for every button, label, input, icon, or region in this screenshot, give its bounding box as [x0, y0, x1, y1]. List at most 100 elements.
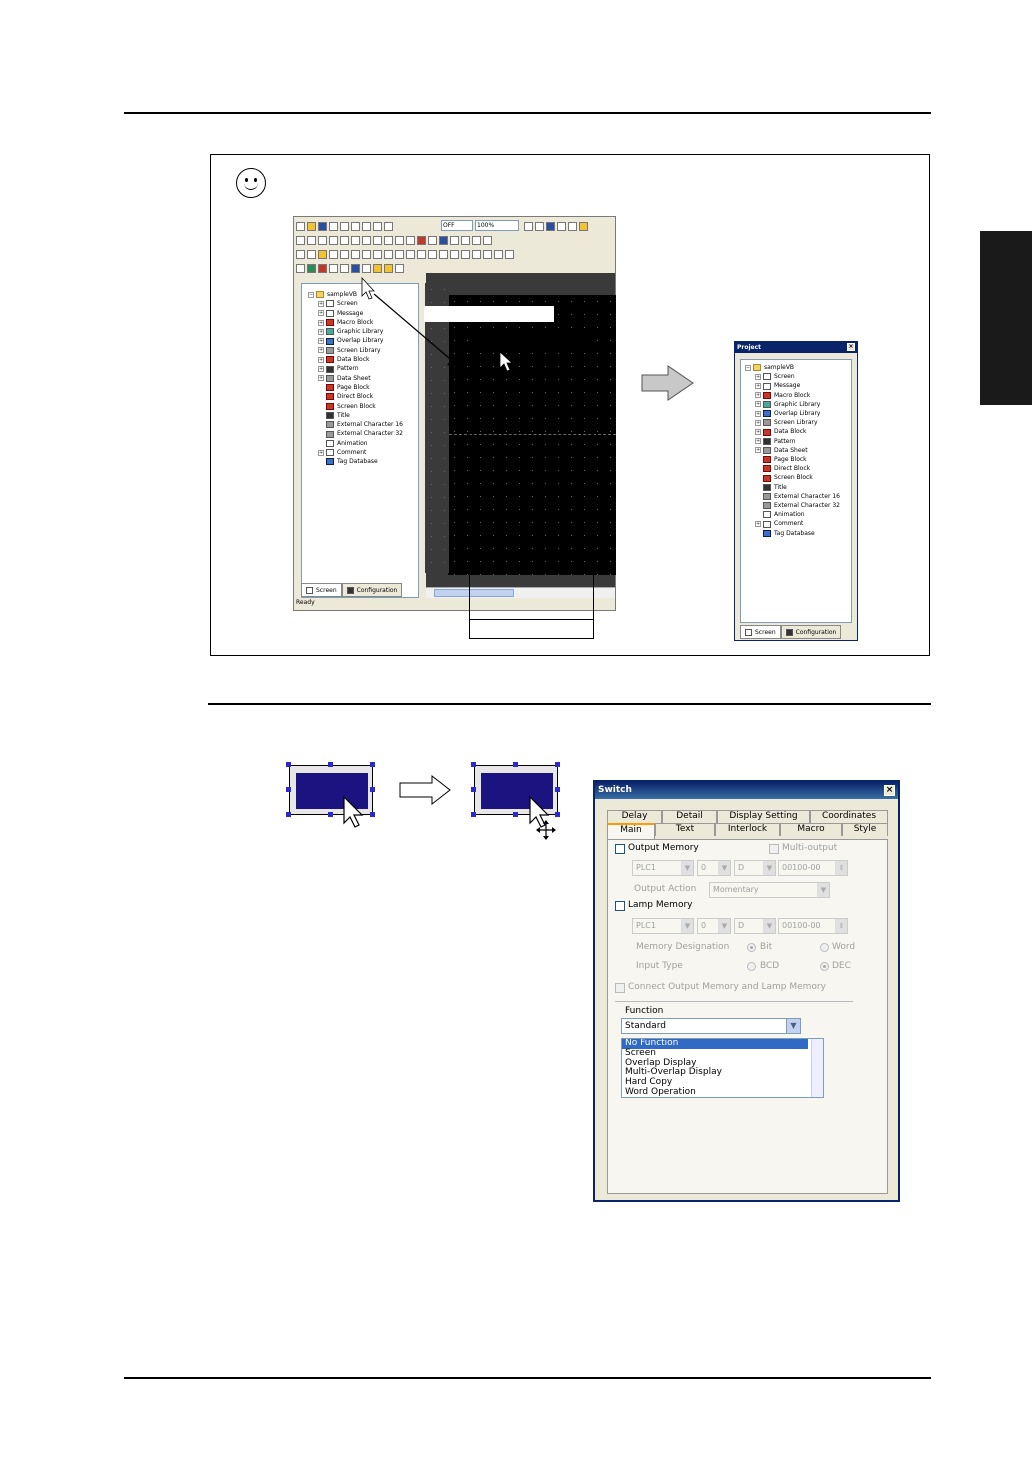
tree-item[interactable]: + Graphic Library — [745, 400, 840, 409]
tab-screen[interactable]: Screen — [301, 583, 342, 597]
dec-label: DEC — [832, 961, 851, 971]
tab-coordinates[interactable]: Coordinates — [810, 810, 888, 823]
tree-item[interactable]: + Overlap Library — [308, 336, 403, 345]
project-title-bar: Project × — [735, 342, 857, 353]
tree-item[interactable]: Title — [745, 483, 840, 492]
data-sheet-icon — [763, 446, 771, 454]
zoom-select[interactable]: 100% — [475, 220, 519, 231]
tree-item[interactable]: + Comment — [745, 519, 840, 528]
tab-configuration[interactable]: Configuration — [780, 625, 842, 639]
bottom-rule — [124, 1377, 931, 1379]
tree-item[interactable]: Tag Database — [308, 457, 403, 466]
data-sheet-icon — [326, 374, 334, 382]
toolbar-row-2[interactable] — [296, 234, 492, 246]
tab-interlock[interactable]: Interlock — [715, 823, 780, 836]
output-device-select[interactable]: D ▼ — [734, 860, 776, 876]
bit-radio[interactable] — [747, 943, 756, 952]
tree-item[interactable]: External Character 32 — [308, 429, 403, 438]
tree-item[interactable]: Page Block — [308, 383, 403, 392]
tree-item[interactable]: + Pattern — [745, 437, 840, 446]
function-list[interactable]: No Function Screen Overlap Display Multi… — [621, 1038, 824, 1098]
pointer-cursor-icon — [343, 795, 364, 828]
lamp-index-select[interactable]: 0 ▼ — [697, 918, 731, 934]
tree-root[interactable]: − sampleVB — [308, 290, 403, 299]
tab-main[interactable]: Main — [607, 823, 655, 839]
output-action-select[interactable]: Momentary ▼ — [709, 882, 830, 898]
close-icon[interactable]: × — [847, 343, 855, 351]
function-select[interactable]: Standard ▼ — [621, 1018, 801, 1034]
tab-detail[interactable]: Detail — [662, 810, 717, 823]
chapter-tab — [980, 231, 1032, 405]
list-scrollbar[interactable] — [811, 1039, 823, 1097]
tab-macro[interactable]: Macro — [780, 823, 842, 836]
connect-memory-checkbox[interactable] — [615, 983, 625, 993]
tree-item[interactable]: Direct Block — [308, 392, 403, 401]
tree-item[interactable]: Animation — [308, 439, 403, 448]
comment-icon — [326, 449, 334, 457]
display-select[interactable]: OFF — [441, 220, 473, 231]
tree-item[interactable]: + Data Block — [745, 427, 840, 436]
tree-item[interactable]: + Data Sheet — [745, 446, 840, 455]
tree-item[interactable]: + Pattern — [308, 364, 403, 373]
toolbar-row-3[interactable] — [296, 248, 514, 260]
tree-item[interactable]: + Screen Library — [308, 346, 403, 355]
bcd-radio[interactable] — [747, 962, 756, 971]
tab-display-setting[interactable]: Display Setting — [717, 810, 810, 823]
tree-item[interactable]: Page Block — [745, 455, 840, 464]
tree-item[interactable]: External Character 16 — [745, 492, 840, 501]
dialog-title-bar: Switch × — [595, 782, 898, 799]
tree-item[interactable]: Screen Block — [745, 473, 840, 482]
toolbar-row-1[interactable] — [296, 220, 393, 232]
tab-text[interactable]: Text — [655, 823, 715, 836]
tab-screen[interactable]: Screen — [740, 625, 781, 639]
tree-item[interactable]: External Character 16 — [308, 420, 403, 429]
list-item[interactable]: Word Operation — [622, 1087, 823, 1097]
tree-item[interactable]: Direct Block — [745, 464, 840, 473]
tree-item[interactable]: + Screen Library — [745, 418, 840, 427]
lamp-address-field[interactable]: 00100-00 ⇕ — [778, 918, 848, 934]
tree-item[interactable]: + Screen — [308, 299, 403, 308]
word-radio[interactable] — [820, 943, 829, 952]
tree-item[interactable]: + Graphic Library — [308, 327, 403, 336]
folder-icon — [316, 291, 324, 299]
tree-item[interactable]: Animation — [745, 510, 840, 519]
tab-style[interactable]: Style — [842, 823, 888, 836]
drop-area-callout — [469, 340, 594, 639]
lamp-plc-select[interactable]: PLC1 ▼ — [632, 918, 694, 934]
tab-configuration[interactable]: Configuration — [341, 583, 403, 597]
tree-item[interactable]: External Character 32 — [745, 501, 840, 510]
output-address-field[interactable]: 00100-00 ⇕ — [778, 860, 848, 876]
dec-radio[interactable] — [820, 962, 829, 971]
tree-item[interactable]: + Message — [745, 381, 840, 390]
message-icon — [326, 309, 334, 317]
tree-item[interactable]: + Macro Block — [308, 318, 403, 327]
tree-item[interactable]: Screen Block — [308, 402, 403, 411]
pattern-icon — [763, 437, 771, 445]
tree-item[interactable]: Tag Database — [745, 529, 840, 538]
tree-item[interactable]: + Message — [308, 309, 403, 318]
toolbar-row-4[interactable] — [296, 262, 404, 274]
tree-item[interactable]: + Comment — [308, 448, 403, 457]
tag-database-icon — [763, 529, 771, 537]
tree-item[interactable]: Title — [308, 411, 403, 420]
graphic-library-icon — [326, 328, 334, 336]
lamp-device-select[interactable]: D ▼ — [734, 918, 776, 934]
close-icon[interactable]: × — [884, 785, 895, 796]
screen-canvas-left — [425, 283, 449, 573]
tree-root[interactable]: − sampleVB — [745, 363, 840, 372]
output-memory-checkbox[interactable] — [615, 844, 625, 854]
output-action-label: Output Action — [634, 884, 697, 894]
tab-delay[interactable]: Delay — [607, 810, 662, 823]
toolbar-row-1b[interactable] — [524, 220, 588, 232]
tree-item[interactable]: + Overlap Library — [745, 409, 840, 418]
top-rule — [124, 112, 931, 114]
page-block-icon — [763, 456, 771, 464]
output-index-select[interactable]: 0 ▼ — [697, 860, 731, 876]
tree-item[interactable]: + Data Sheet — [308, 374, 403, 383]
output-plc-select[interactable]: PLC1 ▼ — [632, 860, 694, 876]
lamp-memory-checkbox[interactable] — [615, 901, 625, 911]
multi-output-checkbox[interactable] — [769, 844, 779, 854]
tree-item[interactable]: + Data Block — [308, 355, 403, 364]
tree-item[interactable]: + Screen — [745, 372, 840, 381]
tree-item[interactable]: + Macro Block — [745, 391, 840, 400]
